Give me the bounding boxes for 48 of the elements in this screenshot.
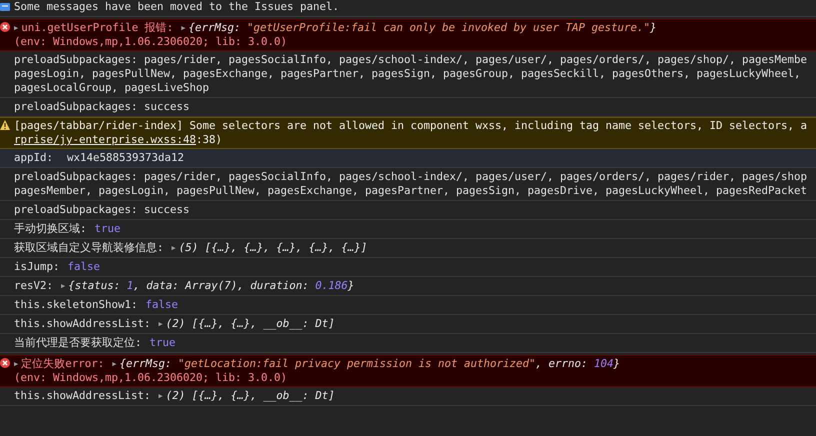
error-label: uni.getUserProfile 报错: [21,21,174,35]
source-link[interactable]: rprise/jy-enterprise.wxss:48 [14,133,196,147]
log-text: [pages/tabbar/rider-index] Some selectors are not allowed in component wxss, including tag name selectors, ID selectors, a [14,119,808,133]
log-text: pagesLocalGroup, pagesLiveShop [14,81,210,95]
object-preview: } [650,21,657,35]
object-preview: {status: [68,279,122,293]
object-preview: , data: Array(7), duration: [133,279,310,293]
error-label: (env: Windows,mp,1.06.2306020; lib: 3.0.0) [14,371,288,385]
error-label: 定位失败error: [21,357,104,371]
object-preview: {errMsg: [119,357,172,371]
log-text: 当前代理是否要获取定位: [14,336,142,350]
object-preview: , errno: [535,357,588,371]
object-preview: } [348,279,354,293]
log-text: :38) [196,133,222,147]
log-text: this.skeletonShow1: [14,298,138,312]
error-icon [0,22,10,32]
log-text: 手动切换区域: [14,222,87,236]
number-value: 104 [594,357,614,371]
log-text: preloadSubpackages: pages/rider, pagesSocialInfo, pages/school-index/, pages/user/, pages/orders/, pages/rider, pages/shop [14,170,808,184]
number-value: 0.186 [315,279,348,293]
string-value: "getUserProfile:fail can only be invoked by user TAP gesture." [246,21,650,35]
log-text: this.showAddressList: [14,389,151,403]
message-icon [0,2,10,12]
object-preview: (2) [{…}, {…}, __ob__: Dt] [166,389,335,403]
log-text: isJump: [14,260,60,274]
log-text: Some messages have been moved to the Issues panel. [14,0,340,14]
log-text: preloadSubpackages: success [14,100,190,114]
log-text: pagesLogin, pagesPullNew, pagesExchange, pagesPartner, pagesSign, pagesGroup, pagesSeckill, pagesOthers, pagesLuckyWheel, [14,67,801,81]
boolean-value: true [94,222,121,236]
number-value: 1 [126,279,134,293]
log-text: this.showAddressList: [14,317,151,331]
object-preview: (5) [{…}, {…}, {…}, {…}, {…}] [178,241,368,255]
log-text: preloadSubpackages: pages/rider, pagesSocialInfo, pages/school-index/, pages/user/, pages/orders/, pages/shop/, pagesMembe [14,53,808,67]
object-preview: } [614,357,620,371]
error-icon [0,358,10,368]
string-value: "getLocation:fail privacy permission is not authorized" [178,357,536,371]
error-label: (env: Windows,mp,1.06.2306020; lib: 3.0.0) [14,35,288,49]
log-text: resV2: [14,279,54,293]
log-text: pagesMember, pagesLogin, pagesPullNew, pagesExchange, pagesPartner, pagesSign, pagesDrive, pagesLuckyWheel, pagesRedPacket [14,184,808,198]
log-text: 获取区域自定义导航装修信息: [14,241,164,255]
object-preview: {errMsg: [188,21,242,35]
boolean-value: true [150,336,176,350]
boolean-value: false [68,260,100,274]
object-preview: (2) [{…}, {…}, __ob__: Dt] [166,317,335,331]
boolean-value: false [146,298,178,312]
log-text: appId: [14,151,54,165]
log-text: wx14e588539373da12 [67,151,184,165]
log-text: preloadSubpackages: success [14,203,190,217]
